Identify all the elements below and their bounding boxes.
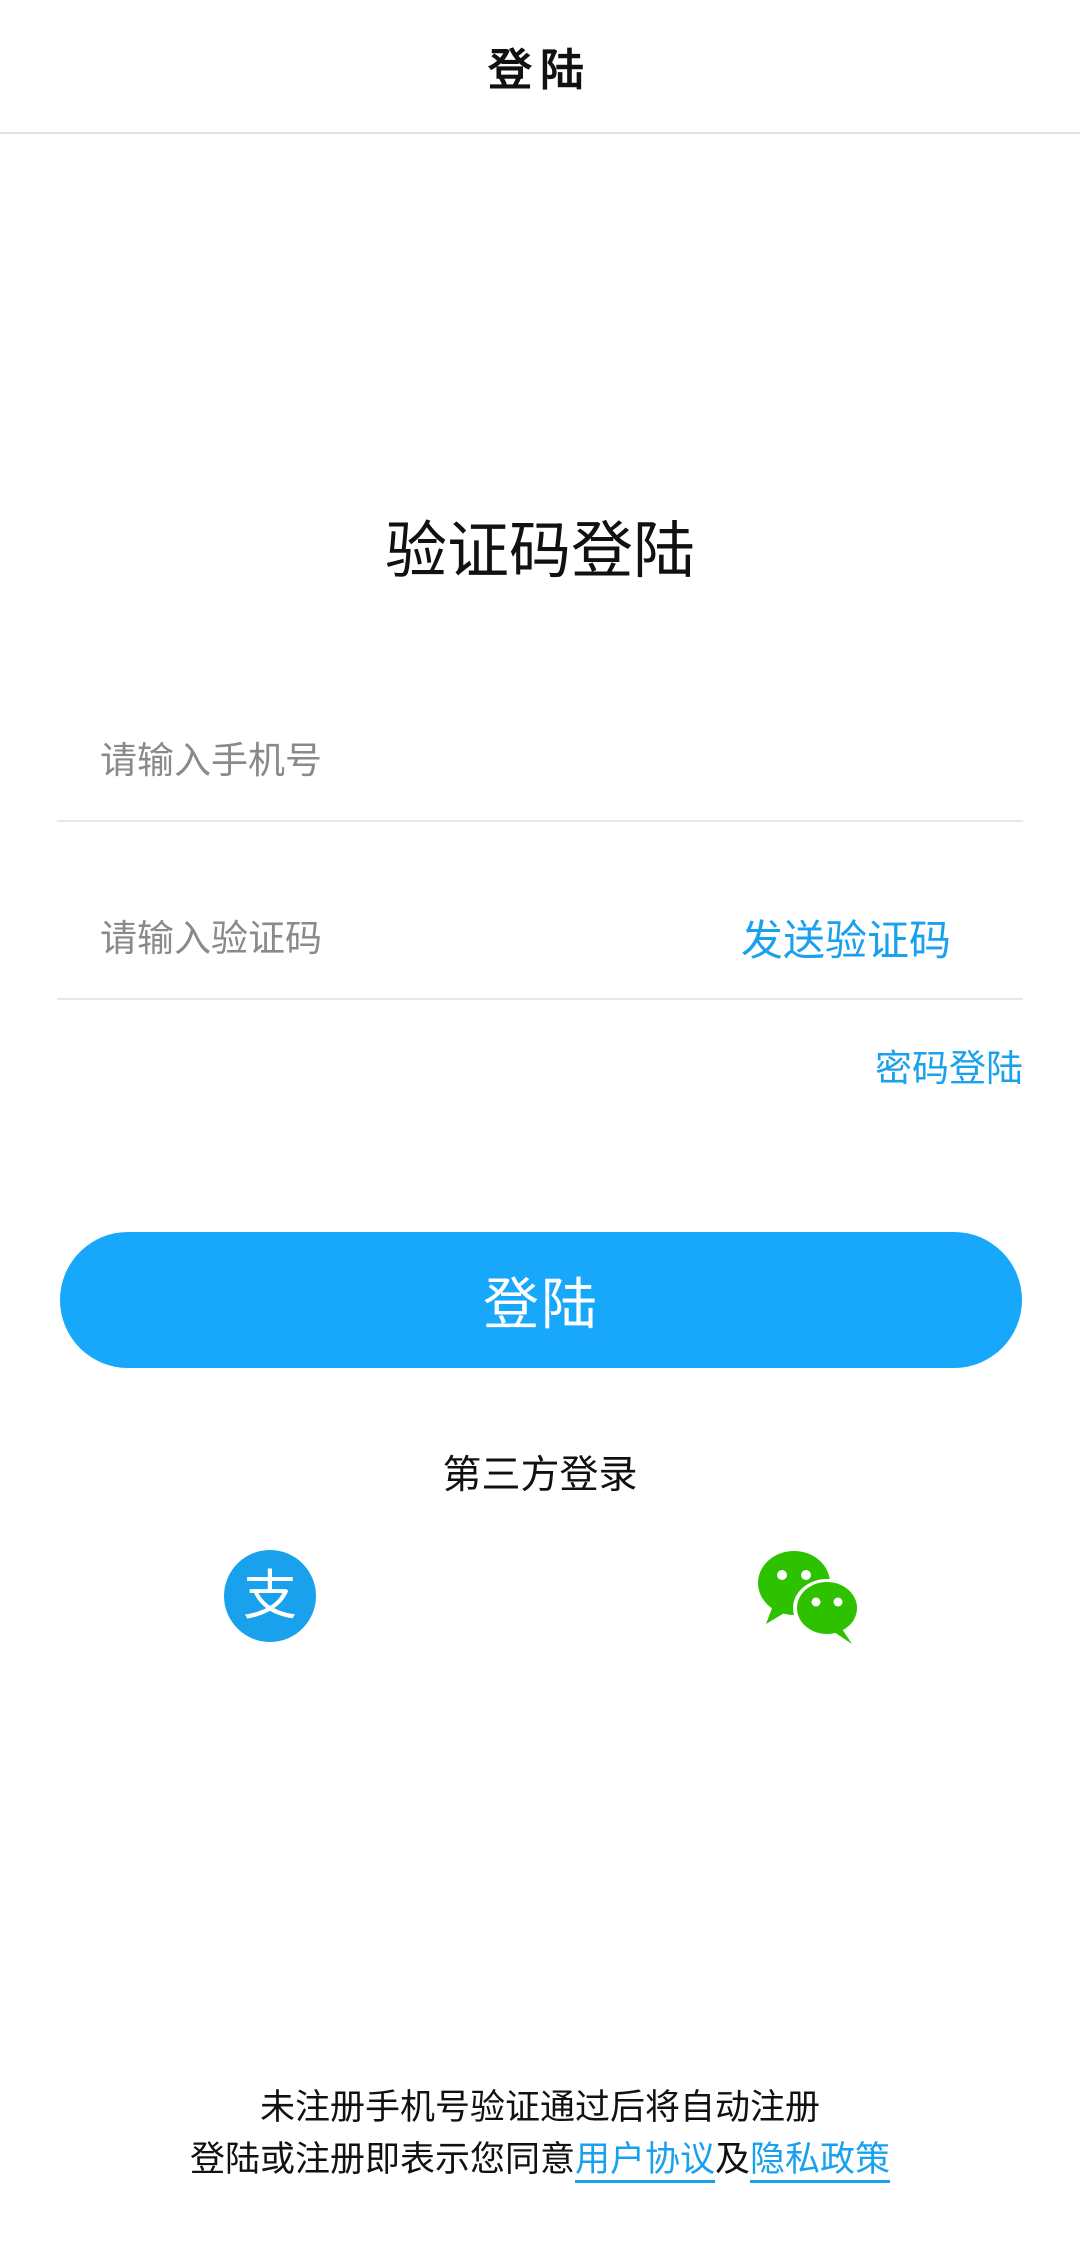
send-code-button[interactable]: 发送验证码 (741, 906, 951, 976)
phone-field (57, 700, 1023, 822)
agreement-notice: 登陆或注册即表示您同意用户协议及隐私政策 (0, 2134, 1080, 2186)
wechat-icon[interactable] (754, 1546, 864, 1646)
third-party-login-label: 第三方登录 (442, 1453, 638, 1498)
agreement-prefix: 登陆或注册即表示您同意 (189, 2140, 575, 2180)
alipay-glyph: 支 (243, 1564, 297, 1627)
user-agreement-link[interactable]: 用户协议 (574, 2140, 715, 2183)
alipay-icon[interactable]: 支 (220, 1546, 330, 1646)
verification-code-field: 发送验证码 (57, 878, 1023, 1000)
password-login-link[interactable]: 密码登陆 (875, 1038, 1023, 1092)
phone-input[interactable] (100, 700, 720, 820)
login-button[interactable]: 登陆 (60, 1232, 1022, 1368)
privacy-policy-link[interactable]: 隐私政策 (750, 2140, 891, 2183)
footer-disclaimer: 未注册手机号验证通过后将自动注册 登陆或注册即表示您同意用户协议及隐私政策 (0, 2082, 1080, 2186)
agreement-conjunction: 及 (715, 2140, 751, 2180)
login-heading: 验证码登陆 (384, 514, 695, 587)
navigation-bar: 登陆 (0, 0, 1080, 134)
auto-register-notice: 未注册手机号验证通过后将自动注册 (259, 2088, 820, 2128)
verification-code-input[interactable] (100, 878, 720, 998)
nav-title: 登陆 (488, 45, 592, 96)
